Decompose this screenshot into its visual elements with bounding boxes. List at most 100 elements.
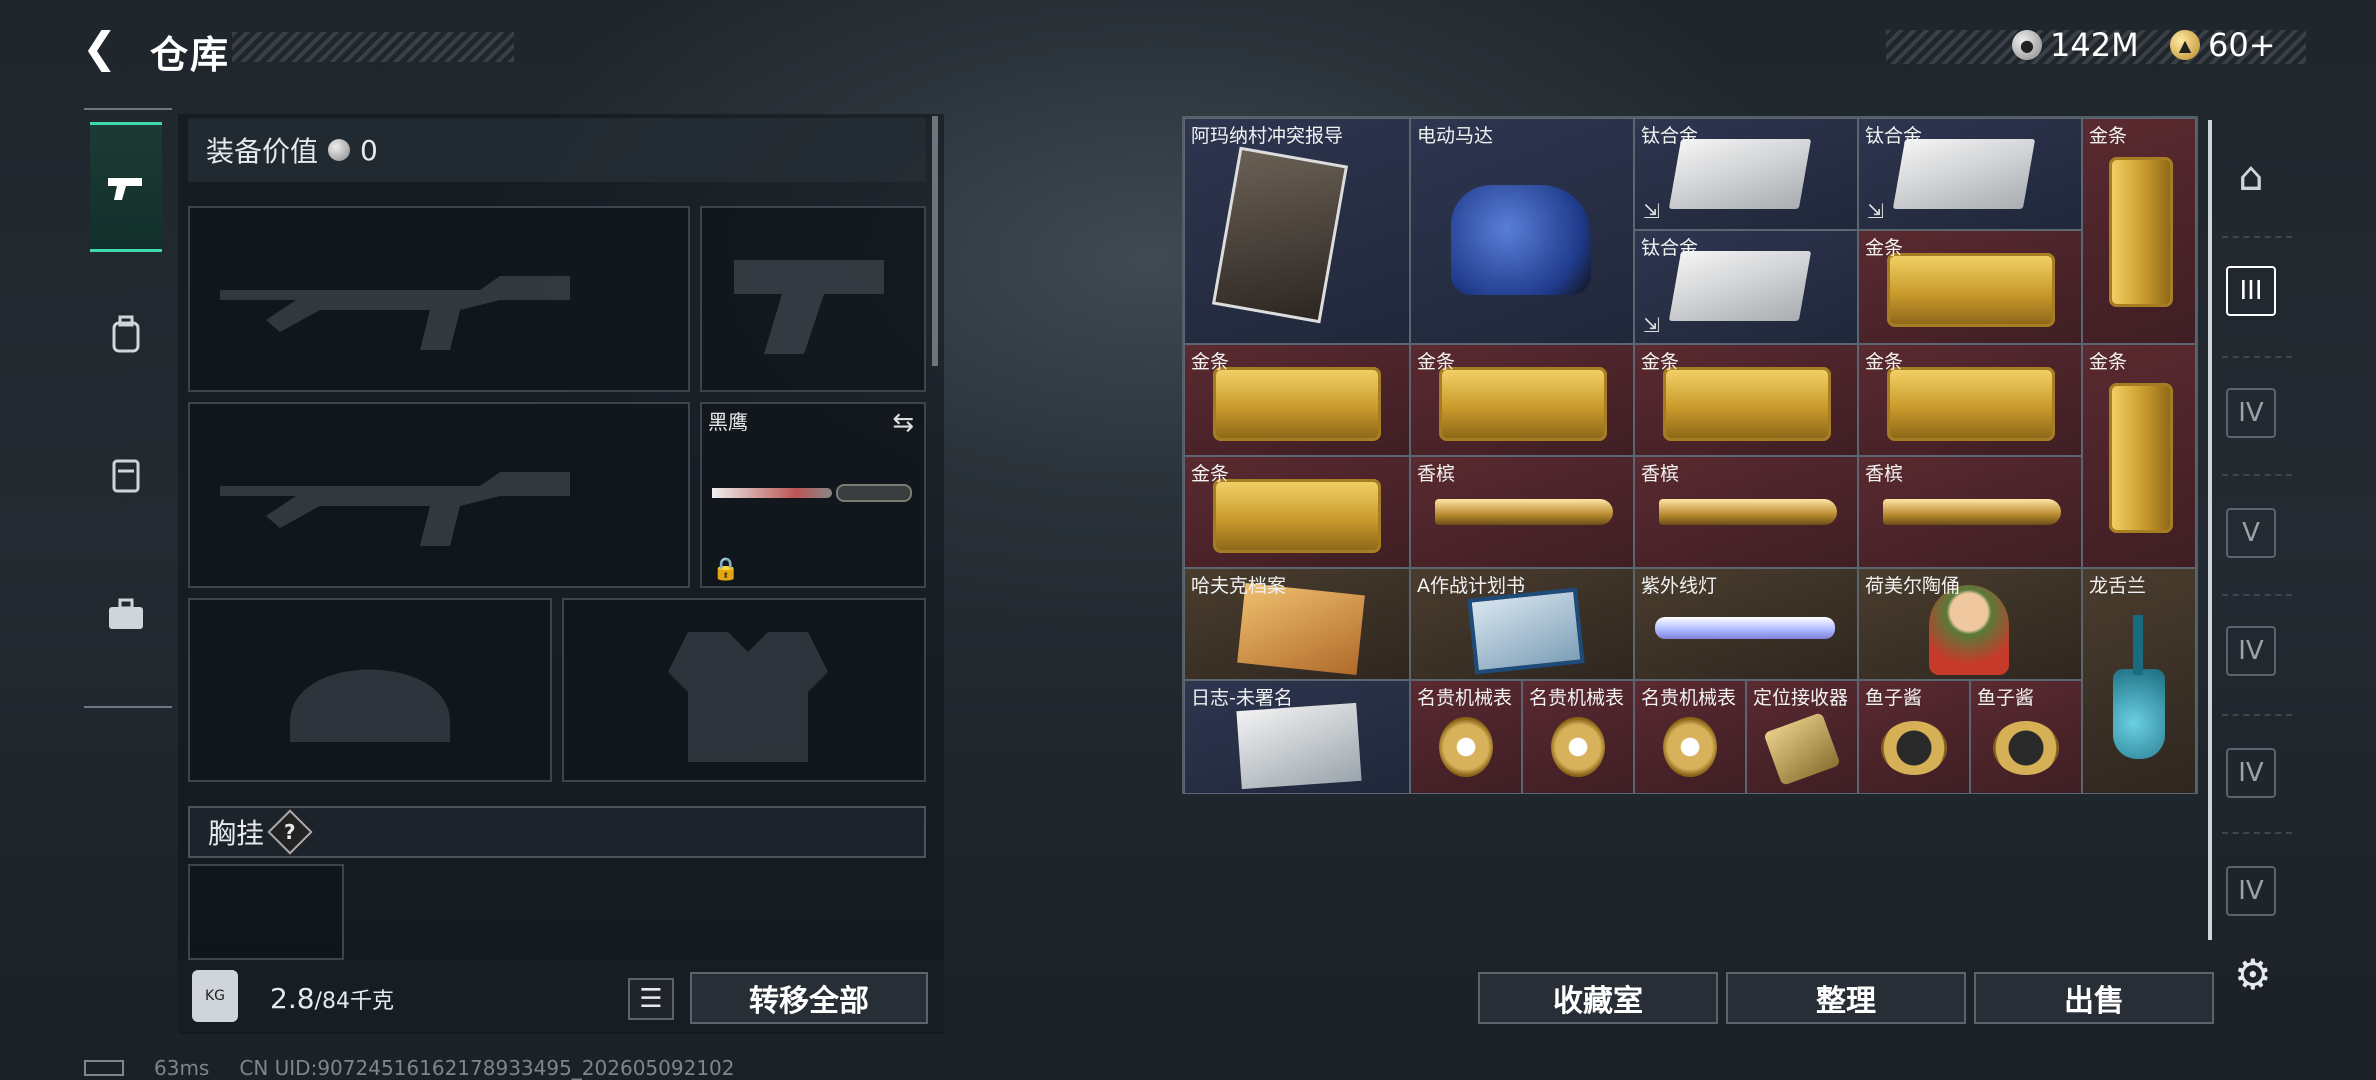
nav-case[interactable] [90, 550, 162, 680]
sell-button[interactable]: 出售 [1974, 972, 2214, 1024]
item-cell[interactable]: 金条 [1634, 344, 1858, 456]
item-cell[interactable]: 电动马达 [1410, 118, 1634, 344]
caviar-icon [1993, 721, 2059, 775]
item-label: 定位接收器 [1753, 687, 1849, 709]
storage-tab-iv-b[interactable]: IV [2226, 626, 2276, 676]
chest-rig-slot[interactable] [188, 864, 344, 960]
item-label: 紫外线灯 [1641, 575, 1718, 597]
item-cell[interactable]: 金条 [2082, 118, 2196, 344]
item-label: 龙舌兰 [2089, 575, 2147, 597]
storage-scrollbar[interactable] [2208, 120, 2212, 940]
item-cell[interactable]: 名贵机械表 [1634, 680, 1746, 794]
knife-blade-icon [712, 488, 832, 498]
left-category-nav [84, 108, 172, 708]
battery-icon [84, 1060, 124, 1076]
item-cell[interactable]: 紫外线灯 [1634, 568, 1858, 680]
item-label: 名贵机械表 [1417, 687, 1513, 709]
titanium-icon [1668, 251, 1812, 321]
uv-lamp-icon [1655, 617, 1835, 639]
item-label: 香槟 [1865, 463, 1904, 485]
item-cell[interactable]: 钛合金 ⇲ [1858, 118, 2082, 230]
figurine-icon [1929, 585, 2009, 675]
item-label: 阿玛纳村冲突报导 [1191, 125, 1344, 147]
item-cell[interactable]: 鱼子酱 [1858, 680, 1970, 794]
weight-max: /84千克 [314, 989, 394, 1014]
nav-vest[interactable] [90, 410, 162, 540]
case-tab-icon: IV [2238, 398, 2264, 428]
transfer-all-button[interactable]: 转移全部 [690, 972, 928, 1024]
item-cell[interactable]: 金条 [1184, 344, 1410, 456]
item-label: 金条 [1191, 463, 1230, 485]
weight-current: 2.8 [270, 982, 315, 1015]
silver-amount: 142M [2050, 26, 2139, 64]
item-cell[interactable]: 钛合金 ⇲ [1634, 118, 1858, 230]
item-cell[interactable]: 鱼子酱 [1970, 680, 2082, 794]
uid: CN UID:9072451616217893349​5_20260509210… [239, 1056, 735, 1080]
log-icon [1236, 702, 1362, 790]
item-label: 金条 [1641, 351, 1680, 373]
item-cell[interactable]: 金条 [2082, 344, 2196, 568]
titanium-icon [1668, 139, 1812, 209]
swap-icon[interactable]: ⇆ [892, 408, 914, 438]
nav-weapons[interactable] [90, 122, 162, 252]
case-tab-icon: III [2239, 276, 2263, 306]
backpack-icon [112, 315, 140, 353]
storage-tab-iv-add-a[interactable]: IV [2226, 748, 2276, 798]
storage-tab-v[interactable]: V [2226, 508, 2276, 558]
helmet-slot[interactable] [188, 598, 552, 782]
item-cell[interactable]: 龙舌兰 [2082, 568, 2196, 794]
item-cell[interactable]: 金条 [1184, 456, 1410, 568]
equipment-value: 0 [360, 133, 378, 167]
item-cell[interactable]: A作战计划书 [1410, 568, 1634, 680]
item-cell[interactable]: 香槟 [1410, 456, 1634, 568]
melee-slot[interactable]: 黑鹰 ⇆ 🔒 [700, 402, 926, 588]
item-label: 哈夫克档案 [1191, 575, 1287, 597]
chest-rig-label: 胸挂 [208, 817, 265, 850]
settings-gear-icon[interactable]: ⚙ [2234, 950, 2272, 999]
item-cell[interactable]: 金条 [1858, 344, 2082, 456]
storage-tab-iii[interactable]: III [2226, 266, 2276, 316]
item-cell[interactable]: 钛合金 ⇲ [1634, 230, 1858, 344]
back-button[interactable]: ❮ [82, 26, 122, 70]
help-icon: ? [284, 819, 296, 844]
sort-button[interactable]: 整理 [1726, 972, 1966, 1024]
tequila-neck-icon [2133, 615, 2143, 675]
item-cell[interactable]: 香槟 [1858, 456, 2082, 568]
item-cell[interactable]: 名贵机械表 [1522, 680, 1634, 794]
silver-coin-icon: ● [2012, 30, 2042, 60]
item-cell[interactable]: 金条 [1858, 230, 2082, 344]
pistol-slot[interactable] [700, 206, 926, 392]
silver-coin-icon [328, 139, 351, 161]
item-label: 钛合金 [1641, 237, 1699, 259]
book-icon [1467, 587, 1585, 675]
item-cell[interactable]: 金条 [1410, 344, 1634, 456]
item-cell[interactable]: 定位接收器 [1746, 680, 1858, 794]
nav-backpack[interactable] [90, 270, 162, 400]
help-badge[interactable]: ? [267, 809, 313, 855]
gold-bar-icon [1213, 367, 1381, 441]
item-label: 金条 [1865, 351, 1904, 373]
secondary-weapon-slot[interactable] [188, 402, 690, 588]
gold-currency[interactable]: ▲ 60+ [2170, 26, 2276, 64]
equipment-scrollbar[interactable] [932, 116, 938, 366]
storage-tab-iv-add-b[interactable]: IV [2226, 866, 2276, 916]
item-cell[interactable]: 香槟 [1634, 456, 1858, 568]
collection-room-button[interactable]: 收藏室 [1478, 972, 1718, 1024]
item-cell[interactable]: 哈夫克档案 [1184, 568, 1410, 680]
armor-slot[interactable] [562, 598, 926, 782]
champagne-icon [1883, 499, 2061, 525]
primary-weapon-slot[interactable] [188, 206, 690, 392]
gold-bar-icon [1887, 253, 2055, 327]
storage-grid: 阿玛纳村冲突报导 电动马达 钛合金 ⇲ 钛合金 ⇲ 金条 钛合金 ⇲ 金条 金条… [1182, 116, 2198, 794]
silver-currency[interactable]: ● 142M [2012, 26, 2139, 64]
no-fit-icon: ⇲ [1643, 313, 1660, 337]
storage-main-icon[interactable]: ⌂ [2226, 152, 2276, 202]
item-label: 鱼子酱 [1977, 687, 2035, 709]
storage-tab-iv-a[interactable]: IV [2226, 388, 2276, 438]
item-cell[interactable]: 名贵机械表 [1410, 680, 1522, 794]
item-cell[interactable]: 日志-未署名 [1184, 680, 1410, 794]
list-view-button[interactable]: ☰ [628, 978, 674, 1020]
gold-coin-icon: ▲ [2170, 30, 2200, 60]
item-cell[interactable]: 荷美尔陶俑 [1858, 568, 2082, 680]
item-cell[interactable]: 阿玛纳村冲突报导 [1184, 118, 1410, 344]
